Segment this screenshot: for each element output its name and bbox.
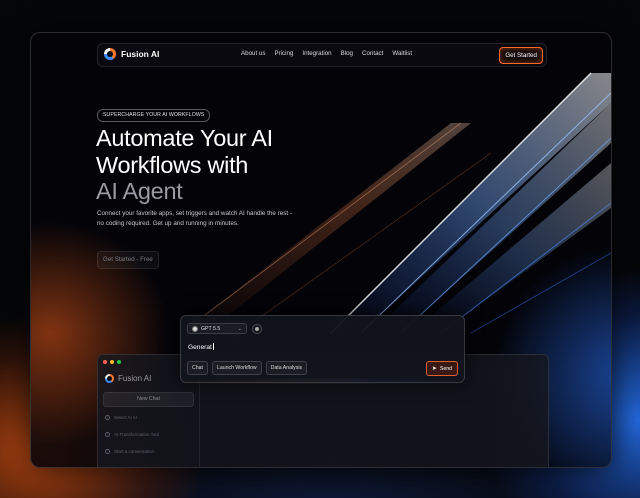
get-started-button[interactable]: Get Started bbox=[499, 46, 543, 64]
nav-link-blog[interactable]: Blog bbox=[341, 50, 353, 57]
chevron-down-icon: ⌄ bbox=[237, 325, 242, 332]
app-brand-name: Fusion AI bbox=[118, 374, 152, 383]
chat-bubble-icon bbox=[105, 449, 110, 454]
brand[interactable]: Fusion AI bbox=[104, 48, 159, 60]
text-caret bbox=[212, 343, 214, 350]
model-icon bbox=[192, 325, 198, 332]
nav-links: About us Pricing Integration Blog Contac… bbox=[241, 50, 412, 57]
send-button[interactable]: ➤ Send bbox=[425, 361, 458, 376]
hero-badge: SUPERCHARGE YOUR AI WORKFLOWS bbox=[97, 109, 211, 122]
history-item-label: AI Transformation Tool bbox=[114, 432, 159, 437]
history-item-label: Start a conversation bbox=[114, 449, 155, 454]
history-item[interactable]: Start a conversation bbox=[105, 449, 154, 454]
chat-prompt-box: GPT 5.5 ⌄ Generat Chat Launch Workflow D… bbox=[180, 315, 465, 383]
nav-link-contact[interactable]: Contact bbox=[362, 50, 383, 57]
chip-chat[interactable]: Chat bbox=[187, 361, 208, 375]
prompt-chips: Chat Launch Workflow Data Analysis bbox=[187, 361, 308, 375]
history-item[interactable]: Select AI AI bbox=[105, 415, 137, 420]
prompt-input[interactable]: Generat bbox=[188, 343, 214, 351]
get-started-free-button[interactable]: Get Started - Free bbox=[97, 251, 159, 269]
send-button-label: Send bbox=[439, 365, 452, 372]
hero-title-line-1: Automate Your AI bbox=[96, 125, 273, 151]
close-dot-icon[interactable] bbox=[103, 360, 107, 364]
chip-data-analysis[interactable]: Data Analysis bbox=[265, 361, 308, 375]
window-controls bbox=[103, 360, 121, 364]
history-item-label: Select AI AI bbox=[114, 415, 138, 420]
browser-frame: Fusion AI About us Pricing Integration B… bbox=[30, 32, 612, 468]
minimize-dot-icon[interactable] bbox=[110, 360, 114, 364]
model-select[interactable]: GPT 5.5 ⌄ bbox=[187, 323, 247, 334]
attach-icon[interactable] bbox=[252, 323, 262, 334]
nav-link-integration[interactable]: Integration bbox=[302, 50, 331, 57]
chip-launch-workflow[interactable]: Launch Workflow bbox=[211, 361, 262, 375]
model-select-value: GPT 5.5 bbox=[201, 325, 221, 332]
nav-link-pricing[interactable]: Pricing bbox=[274, 50, 293, 57]
nav-link-about[interactable]: About us bbox=[241, 50, 265, 57]
app-brand: Fusion AI bbox=[105, 374, 151, 383]
hero-subtitle: Connect your favorite apps, set triggers… bbox=[97, 210, 292, 227]
nav-link-waitlist[interactable]: Waitlist bbox=[392, 50, 412, 57]
fusion-logo-icon bbox=[104, 48, 116, 60]
history-item[interactable]: AI Transformation Tool bbox=[105, 432, 159, 437]
new-chat-button[interactable]: New Chat bbox=[103, 392, 194, 407]
top-navbar: Fusion AI About us Pricing Integration B… bbox=[97, 43, 547, 67]
fusion-logo-icon bbox=[105, 374, 114, 383]
chat-bubble-icon bbox=[105, 415, 110, 420]
chat-bubble-icon bbox=[105, 432, 110, 437]
maximize-dot-icon[interactable] bbox=[117, 360, 121, 364]
brand-name: Fusion AI bbox=[121, 49, 160, 59]
send-icon: ➤ bbox=[431, 366, 437, 372]
prompt-input-value: Generat bbox=[188, 344, 212, 351]
hero-title-line-2: Workflows with bbox=[96, 151, 249, 178]
hero-title-line-3: AI Agent bbox=[96, 178, 183, 204]
hero-title: Automate Your AI Workflows with AI Agent bbox=[96, 125, 273, 205]
